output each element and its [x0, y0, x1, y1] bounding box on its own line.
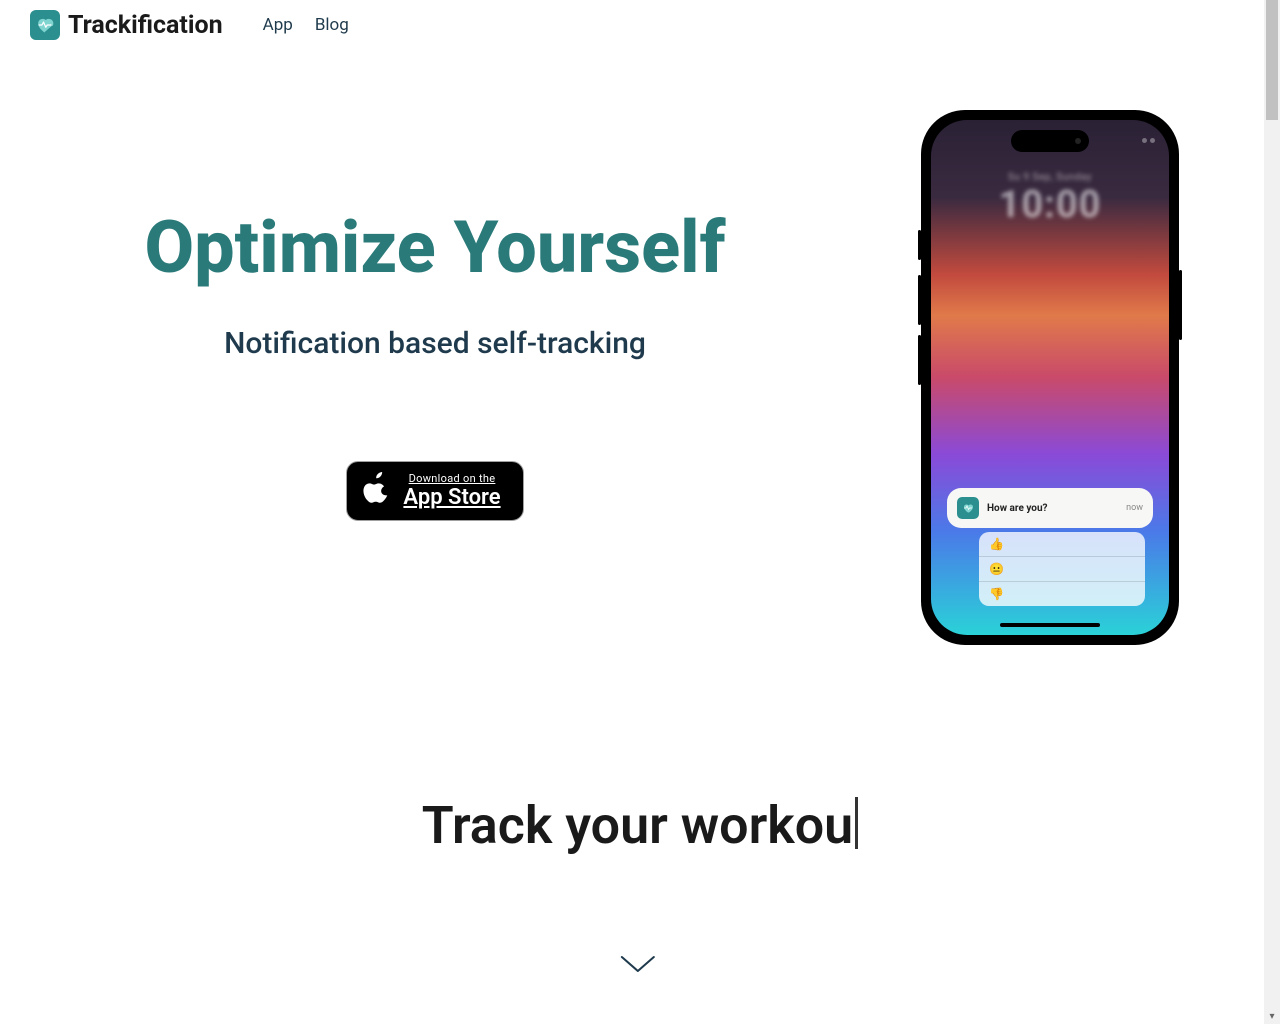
notification-card: How are you? now	[947, 488, 1153, 528]
phone-button-icon	[918, 335, 921, 385]
hero-subtitle: Notification based self-tracking	[40, 326, 830, 361]
phone-mockup: Su 9 Sep, Sunday 10:00 How are you? now …	[921, 110, 1179, 645]
track-prefix: Track your	[422, 795, 681, 856]
phone-button-icon	[1179, 270, 1182, 340]
phone-button-icon	[918, 230, 921, 260]
appstore-big: App Store	[403, 487, 500, 509]
dynamic-island-icon	[1011, 130, 1089, 152]
appstore-button[interactable]: Download on the App Store	[346, 461, 523, 521]
lock-screen-time: Su 9 Sep, Sunday 10:00	[931, 172, 1169, 227]
brand-logo-icon	[30, 10, 60, 40]
top-nav: App Blog	[263, 15, 349, 35]
nav-app[interactable]: App	[263, 15, 293, 35]
notification-time: now	[1126, 503, 1143, 513]
nav-blog[interactable]: Blog	[315, 15, 349, 35]
home-indicator-icon	[1000, 623, 1100, 627]
appstore-small: Download on the	[403, 472, 500, 485]
hero-section: Optimize Yourself Notification based sel…	[0, 50, 1280, 645]
notification-options: 👍 😐 👎	[979, 532, 1145, 606]
apple-logo-icon	[363, 472, 391, 510]
phone-screen: Su 9 Sep, Sunday 10:00 How are you? now …	[931, 120, 1169, 635]
option-neutral: 😐	[979, 557, 1145, 582]
track-typing-heading: Track your workou	[0, 795, 1280, 856]
hero-title: Optimize Yourself	[40, 210, 830, 286]
option-positive: 👍	[979, 532, 1145, 557]
appstore-text: Download on the App Store	[403, 472, 500, 509]
notification-app-icon	[957, 497, 979, 519]
page-scrollbar[interactable]: ▴ ▾	[1264, 0, 1280, 1024]
brand-name: Trackification	[68, 11, 223, 40]
notification-text: How are you?	[987, 503, 1118, 514]
scroll-hint-chevron-icon[interactable]	[620, 955, 656, 979]
scrollbar-thumb[interactable]	[1266, 0, 1278, 120]
scroll-down-arrow-icon[interactable]: ▾	[1264, 1008, 1280, 1024]
track-typed: workou	[681, 795, 853, 856]
hero-phone: Su 9 Sep, Sunday 10:00 How are you? now …	[860, 110, 1240, 645]
typing-cursor-icon	[855, 797, 858, 849]
phone-button-icon	[918, 275, 921, 325]
lock-date: Su 9 Sep, Sunday	[931, 172, 1169, 183]
hero-copy: Optimize Yourself Notification based sel…	[40, 110, 830, 645]
site-header: Trackification App Blog	[0, 0, 1280, 50]
option-negative: 👎	[979, 582, 1145, 606]
status-indicators-icon	[1142, 138, 1155, 143]
brand[interactable]: Trackification	[30, 10, 223, 40]
lock-clock: 10:00	[931, 183, 1169, 227]
